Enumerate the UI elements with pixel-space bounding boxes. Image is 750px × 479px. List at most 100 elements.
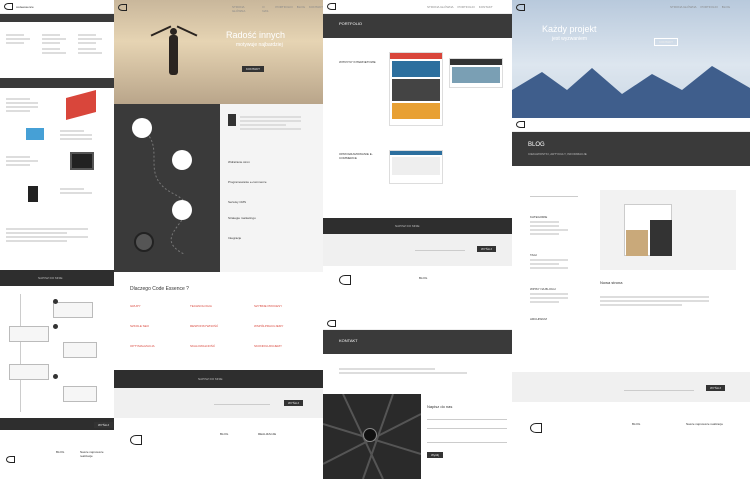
tags-heading: TAGI [530, 253, 537, 257]
hero-contact-button[interactable]: KONTAKT [242, 66, 264, 72]
hero-logo[interactable] [516, 4, 525, 11]
services-list: Wdrażanie stron Programowanie e-commerce… [220, 104, 323, 272]
footer-realizacje-heading: REALIZACJE [258, 432, 277, 436]
portfolio-title: PORTFOLIO [339, 21, 363, 26]
why-title: Dlaczego Code Essence ? [130, 286, 189, 292]
header: codeessence [0, 0, 114, 14]
nav-about[interactable]: O NAS [262, 5, 271, 13]
service-text-4 [60, 186, 100, 196]
gear-icon [134, 232, 154, 252]
timeline [9, 294, 97, 412]
newsletter-send-button[interactable]: WYŚLIJ [477, 246, 496, 252]
hero-title: Radość innych [226, 30, 286, 40]
categories-heading: KATEGORIE [530, 215, 548, 219]
footer-logo [530, 423, 542, 433]
newsletter-form: WYŚLIJ [512, 372, 750, 402]
contact-form-title: Napisz do nas [427, 404, 453, 409]
mountains [512, 66, 750, 118]
newsletter-input[interactable] [624, 386, 694, 391]
band [0, 78, 114, 88]
service-text-2 [60, 128, 100, 142]
footer-blog-heading: BLOG [419, 276, 428, 280]
hero-subtitle: motywuje najbardziej [236, 42, 283, 48]
nav-portfolio[interactable]: PORTFOLIO [275, 5, 292, 13]
why-item-8: SKALOWALNOŚĆ [190, 344, 216, 348]
header [512, 118, 750, 132]
page-preview-home: STRONA GŁÓWNA O NAS PORTFOLIO BLOG KONTA… [114, 0, 323, 479]
nav-home[interactable]: STRONA GŁÓWNA [427, 5, 454, 9]
logo[interactable] [327, 3, 336, 10]
footer-logo [130, 435, 142, 445]
blog-search-input[interactable] [530, 192, 578, 197]
logo[interactable] [4, 3, 13, 10]
portfolio-screenshot-1[interactable] [389, 52, 443, 126]
why-item-1: GRUPY [130, 304, 141, 308]
service-5: Integracje [228, 236, 242, 240]
footer: BLOG Nasze najnowsze realizacje [530, 420, 723, 438]
newsletter-send-button[interactable]: WYŚLIJ [706, 385, 725, 391]
card-image [26, 128, 44, 140]
monitor-image [70, 152, 94, 170]
why-item-4: SZKOLE SEO [130, 324, 150, 328]
newsletter-label: NAPISZ DO MNIE [198, 377, 223, 381]
contact-form: Napisz do nas Wyślij [427, 404, 507, 461]
nav-contact[interactable]: KONTAKT [479, 5, 493, 9]
footer-latest-heading: Nasze najnowsze realizacje [686, 422, 724, 426]
portfolio-item-1-title: WITRYNY INTERNETOWE [339, 60, 376, 64]
blog-title: BLOG [528, 142, 545, 148]
nav-contact[interactable]: KONTAKT [309, 5, 323, 13]
page-preview-portfolio-contact: STRONA GŁÓWNA PORTFOLIO KONTAKT PORTFOLI… [323, 0, 512, 479]
nav-home[interactable]: STRONA GŁÓWNA [232, 5, 258, 13]
map[interactable] [323, 393, 422, 479]
contact-send-button[interactable]: Wyślij [427, 452, 443, 458]
nav-home[interactable]: STRONA GŁÓWNA [670, 5, 697, 9]
message-field[interactable] [427, 433, 507, 443]
portfolio-item-2-title: OPROGRAMOWANIE E-COMMERCE [339, 152, 373, 160]
post-title[interactable]: Nowa strona [600, 280, 622, 285]
monitor-icon [132, 118, 152, 138]
hero: STRONA GŁÓWNA O NAS PORTFOLIO BLOG KONTA… [114, 0, 323, 104]
portfolio-screenshot-3[interactable] [389, 150, 443, 184]
portfolio-screenshot-2[interactable] [449, 58, 503, 88]
why-item-5: RESPONSYWNOŚĆ [190, 324, 219, 328]
blog-subtitle: CIEKAWOSTKI, ARTYKUŁY, INFORMACJE [528, 152, 587, 156]
nav-portfolio[interactable]: PORTFOLIO [701, 5, 718, 9]
footer-send-button[interactable]: WYŚLIJ [94, 422, 113, 428]
newsletter-label: NAPISZ DO MNIE [38, 276, 63, 280]
hero: STRONA GŁÓWNA PORTFOLIO BLOG Każdy proje… [512, 0, 750, 118]
nav-blog[interactable]: BLOG [297, 5, 305, 13]
name-field[interactable] [427, 415, 507, 420]
map-marker-icon [363, 428, 377, 442]
email-field[interactable] [427, 424, 507, 429]
contact-title: KONTAKT [339, 338, 358, 343]
post-excerpt [600, 294, 736, 308]
features-grid [6, 32, 108, 72]
newsletter-send-button[interactable]: WYŚLIJ [284, 400, 303, 406]
newsletter-form: WYŚLIJ [323, 234, 512, 266]
nav-blog[interactable]: BLOG [722, 5, 730, 9]
service-3: Serwisy CMS [228, 200, 247, 204]
header: STRONA GŁÓWNA PORTFOLIO KONTAKT [323, 0, 512, 14]
newsletter-band: NAPISZ DO MNIE [0, 270, 114, 286]
footer: BLOG [339, 272, 427, 290]
service-2: Programowanie e-commerce [228, 180, 267, 184]
hero-title: Każdy projekt [542, 24, 597, 34]
logo[interactable] [327, 320, 336, 327]
newsletter-input[interactable] [214, 400, 270, 405]
service-text-1 [6, 96, 46, 114]
service-text-3 [6, 154, 46, 168]
woman-silhouette [150, 20, 198, 90]
newsletter-input[interactable] [415, 246, 465, 251]
hero-subtitle: jest wyzwaniem [552, 36, 588, 42]
logo[interactable] [516, 121, 525, 128]
hero-logo[interactable] [118, 4, 127, 11]
footer-latest-heading: Nasze najnowsze realizacje [80, 450, 104, 458]
contact-header: KONTAKT [323, 330, 512, 354]
footer: BLOG REALIZACJE [130, 432, 276, 450]
portfolio-header: PORTFOLIO [323, 14, 512, 38]
dashed-path [133, 123, 188, 255]
phone-icon [172, 200, 192, 220]
hero-contact-button[interactable]: KONTAKT [654, 38, 678, 46]
nav-portfolio[interactable]: PORTFOLIO [458, 5, 475, 9]
post-image[interactable] [600, 190, 736, 270]
